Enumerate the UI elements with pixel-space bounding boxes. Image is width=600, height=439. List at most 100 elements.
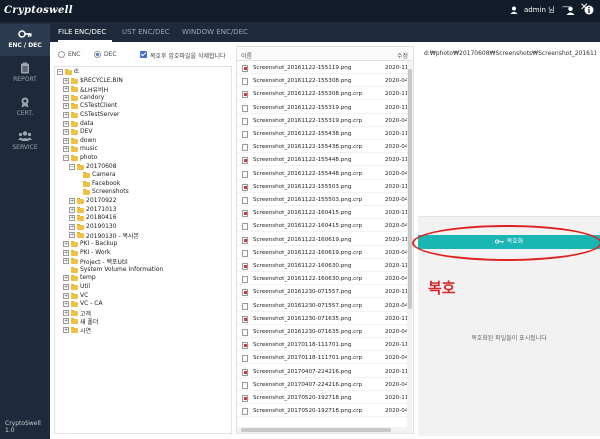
file-icon: [242, 78, 248, 86]
sidebar-item-report[interactable]: REPORT: [0, 58, 50, 90]
enc-radio[interactable]: [58, 51, 65, 58]
file-row[interactable]: Screenshot_20161122-160630.png 2020-11: [237, 260, 413, 272]
file-row[interactable]: Screenshot_20161122-160619.png 2020-11: [237, 234, 413, 246]
folder-icon: [71, 129, 78, 136]
file-date: 2020-11: [385, 395, 409, 401]
scrollbar-thumb[interactable]: [408, 69, 412, 309]
folder-icon: [65, 69, 72, 75]
dec-radio[interactable]: [94, 51, 101, 58]
sidebar-item-service[interactable]: SERVICE: [0, 126, 50, 158]
sidebar-item-cert[interactable]: CERT.: [0, 92, 50, 124]
horizontal-scrollbar[interactable]: [237, 427, 407, 433]
tab-ust-enc-dec[interactable]: UST ENC/DEC: [122, 28, 170, 36]
file-row[interactable]: Screenshot_20161122-155308.png 2020-04: [237, 75, 413, 88]
file-row[interactable]: Screenshot_20161122-160415.png 2020-11: [237, 207, 413, 220]
expand-icon[interactable]: +: [63, 103, 69, 110]
file-row[interactable]: Screenshot_20161230-071557.png.crp 2020-0…: [237, 300, 413, 312]
tree-item[interactable]: +20170922: [55, 197, 231, 206]
tree-item-label: PKI - Work: [80, 248, 111, 256]
file-name: Screenshot_20161122-155448.png.crp: [253, 170, 363, 177]
expand-icon[interactable]: +: [63, 301, 69, 308]
file-row[interactable]: Screenshot_20161122-155438.png.crp 2020-0…: [237, 141, 413, 154]
tab-bar: FILE ENC/DEC UST ENC/DEC WINDOW ENC/DEC: [50, 22, 600, 42]
tree-item[interactable]: Facebook: [55, 180, 231, 189]
tree-item-label: photo: [80, 154, 98, 161]
file-row[interactable]: Screenshot_20170407-224216.png 2020-11: [237, 366, 413, 378]
expand-icon[interactable]: +: [63, 86, 69, 93]
expand-icon[interactable]: +: [63, 249, 69, 256]
file-row[interactable]: Screenshot_20161122-155308.png.crp 2020-1…: [237, 88, 413, 101]
file-row[interactable]: Screenshot_20161122-160630.png.crp 2020-0…: [237, 273, 413, 286]
tree-item[interactable]: +20180416: [55, 214, 231, 223]
expand-icon[interactable]: +: [63, 275, 69, 282]
info-icon[interactable]: [584, 5, 594, 15]
tree-item[interactable]: − 20170608: [55, 163, 231, 172]
collapse-icon[interactable]: −: [69, 163, 75, 170]
file-row[interactable]: Screenshot_20161230-071635.png.crp 2020-0…: [237, 326, 413, 338]
file-row[interactable]: Screenshot_20161122-155119.png 2020-11: [237, 62, 413, 74]
file-name: Screenshot_20170520-192718.png: [253, 395, 352, 401]
file-row[interactable]: Screenshot_20161122-155319.png.crp 2020-0…: [237, 115, 413, 127]
tree-item[interactable]: +20171013: [55, 206, 231, 215]
tree-item[interactable]: Camera: [55, 171, 231, 180]
folder-icon: [71, 275, 78, 282]
expand-icon[interactable]: +: [63, 241, 69, 247]
tree-item[interactable]: − photo: [55, 154, 231, 163]
expand-icon[interactable]: +: [63, 309, 69, 316]
file-list[interactable]: 이름 수정 Screenshot_20161122-155119.png 2020…: [236, 46, 414, 434]
collapse-icon[interactable]: −: [63, 155, 69, 161]
expand-icon[interactable]: +: [63, 284, 69, 290]
file-row[interactable]: Screenshot_20170520-192718.png.crp 2020-0…: [237, 405, 413, 418]
profile-icon[interactable]: [566, 6, 575, 15]
file-row[interactable]: Screenshot_20161122-155319.png 2020-11: [237, 102, 413, 114]
file-row[interactable]: Screenshot_20161122-155438.png 2020-11: [237, 128, 413, 140]
file-row[interactable]: Screenshot_20161122-155448.png 2020-11: [237, 154, 413, 167]
expand-icon[interactable]: +: [69, 223, 75, 230]
column-header-date[interactable]: 수정: [397, 51, 408, 60]
file-row[interactable]: Screenshot_20170520-192718.png 2020-11: [237, 392, 413, 404]
file-icon: [242, 355, 248, 363]
file-row[interactable]: Screenshot_20161122-155503.png.crp 2020-0…: [237, 194, 413, 206]
expand-icon[interactable]: +: [69, 198, 75, 204]
column-header-name[interactable]: 이름: [241, 51, 252, 60]
file-row[interactable]: Screenshot_20161122-160619.png.crp 2020-0…: [237, 247, 413, 259]
folder-tree[interactable]: − d: + $RECYCLE.BIN + &LH유비H + candory + CSTestCl…: [54, 66, 232, 434]
delete-after-decrypt-checkbox[interactable]: [140, 51, 147, 58]
expand-icon[interactable]: +: [63, 327, 69, 333]
scrollbar-thumb[interactable]: [241, 428, 391, 432]
file-row[interactable]: Screenshot_20170118-111701.png.crp 2020-0…: [237, 352, 413, 365]
file-name: Screenshot_20161122-160630.png: [253, 263, 352, 269]
file-row[interactable]: Screenshot_20161122-155503.png 2020-11: [237, 181, 413, 193]
expand-icon[interactable]: +: [63, 146, 69, 153]
file-icon: [242, 408, 248, 416]
expand-icon[interactable]: +: [69, 206, 75, 213]
vertical-scrollbar[interactable]: [407, 61, 413, 433]
file-date: 2020-04: [385, 117, 409, 124]
tab-window-enc-dec[interactable]: WINDOW ENC/DEC: [182, 28, 248, 36]
expand-icon[interactable]: +: [63, 292, 69, 299]
sidebar-item-enc-dec[interactable]: ENC / DEC: [0, 24, 50, 56]
file-row[interactable]: Screenshot_20170118-111701.png 2020-11: [237, 339, 413, 352]
tab-file-enc-dec[interactable]: FILE ENC/DEC: [58, 28, 106, 36]
expand-icon[interactable]: +: [63, 112, 69, 118]
tree-item[interactable]: + 시연: [55, 327, 231, 335]
file-row[interactable]: Screenshot_20161122-155448.png.crp 2020-0…: [237, 168, 413, 180]
expand-icon[interactable]: +: [63, 137, 69, 144]
expand-icon[interactable]: +: [63, 258, 69, 265]
expand-icon[interactable]: +: [63, 129, 69, 136]
sidebar-item-label: CERT.: [16, 110, 34, 117]
tree-item-label: Util: [80, 283, 91, 290]
file-row[interactable]: Screenshot_20161230-071635.png 2020-11: [237, 313, 413, 325]
expand-icon[interactable]: +: [69, 215, 75, 222]
file-row[interactable]: Screenshot_20170407-224216.png.crp 2020-0…: [237, 379, 413, 391]
expand-icon[interactable]: +: [63, 77, 69, 84]
expand-icon[interactable]: +: [63, 318, 69, 325]
tree-item[interactable]: Screenshots: [55, 188, 231, 197]
file-row[interactable]: Screenshot_20161122-160415.png.crp 2020-0…: [237, 220, 413, 233]
file-row[interactable]: Screenshot_20161230-071557.png 2020-11: [237, 286, 413, 299]
tree-item[interactable]: +20190130: [55, 223, 231, 232]
collapse-icon[interactable]: −: [57, 69, 63, 75]
expand-icon[interactable]: +: [69, 232, 75, 239]
expand-icon[interactable]: +: [63, 120, 69, 127]
expand-icon[interactable]: +: [63, 94, 69, 101]
